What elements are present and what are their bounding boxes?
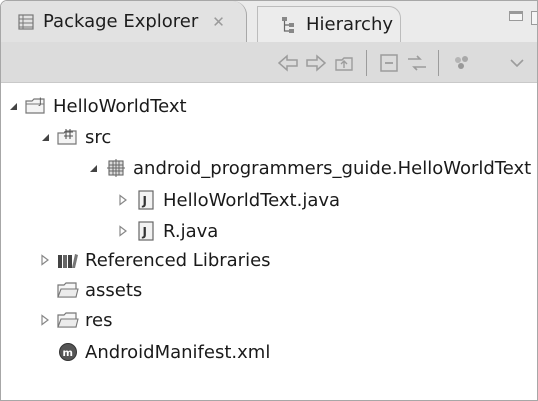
expanded-triangle-icon[interactable] <box>5 98 21 114</box>
tree-item-src[interactable]: src <box>37 122 111 152</box>
tab-label: Package Explorer <box>43 11 199 32</box>
tree-item-label: HelloWorldText.java <box>163 189 341 211</box>
tree-item-androidmanifest-xml[interactable]: m AndroidManifest.xml <box>53 337 270 367</box>
link-with-editor-icon[interactable] <box>406 52 428 74</box>
package-explorer-view: Package Explorer ✕ Hierarchy J HelloWorl… <box>0 0 538 401</box>
java-file-icon: J <box>135 220 157 242</box>
hierarchy-icon <box>278 14 300 36</box>
tree-item-label: android_programmers_guide.HelloWorldText <box>133 157 532 179</box>
collapsed-triangle-icon[interactable] <box>37 312 53 328</box>
svg-text:J: J <box>142 194 147 208</box>
up-icon[interactable] <box>333 52 355 74</box>
source-folder-icon <box>57 126 79 148</box>
package-icon <box>105 157 127 179</box>
folder-icon <box>57 309 79 331</box>
tree-item-res[interactable]: res <box>37 305 112 335</box>
tree-item-label: AndroidManifest.xml <box>85 341 271 363</box>
tree-item-label: res <box>85 309 113 331</box>
minimize-icon[interactable] <box>509 11 523 21</box>
svg-text:J: J <box>38 97 42 107</box>
tree-item-r-java[interactable]: J R.java <box>115 216 218 246</box>
tree-item-package[interactable]: android_programmers_guide.HelloWorldText <box>85 153 531 183</box>
toolbar-separator <box>438 50 439 76</box>
tab-package-explorer[interactable]: Package Explorer ✕ <box>1 1 247 42</box>
window-controls <box>509 11 537 25</box>
back-icon[interactable] <box>277 52 299 74</box>
collapsed-triangle-icon[interactable] <box>115 223 131 239</box>
folder-icon <box>57 279 79 301</box>
tab-label: Hierarchy <box>306 14 394 35</box>
expanded-triangle-icon[interactable] <box>37 129 53 145</box>
tree-item-referenced-libraries[interactable]: Referenced Libraries <box>37 245 271 275</box>
collapsed-triangle-icon[interactable] <box>115 192 131 208</box>
tree-item-label: HelloWorldText <box>53 95 187 117</box>
tree-item-assets[interactable]: assets <box>53 275 142 305</box>
expanded-triangle-icon[interactable] <box>85 160 101 176</box>
tree-item-label: Referenced Libraries <box>85 249 271 271</box>
view-tab-bar: Package Explorer ✕ Hierarchy <box>1 1 537 42</box>
svg-text:J: J <box>142 225 147 239</box>
tree-item-helloworldtext-java[interactable]: J HelloWorldText.java <box>115 185 340 215</box>
tree-item-label: src <box>85 126 112 148</box>
project-icon: J <box>25 95 47 117</box>
tree-item-label: R.java <box>163 220 219 242</box>
tree-item-label: assets <box>85 279 143 301</box>
tab-hierarchy[interactable]: Hierarchy <box>257 6 401 42</box>
filters-icon[interactable] <box>451 52 473 74</box>
svg-text:m: m <box>63 348 73 359</box>
maximize-icon[interactable] <box>531 11 537 25</box>
xml-file-icon: m <box>57 341 79 363</box>
forward-icon[interactable] <box>305 52 327 74</box>
collapse-all-icon[interactable] <box>378 52 400 74</box>
close-icon[interactable]: ✕ <box>212 13 225 31</box>
package-explorer-icon <box>15 11 37 33</box>
toolbar-separator <box>366 50 367 76</box>
collapsed-triangle-icon[interactable] <box>37 252 53 268</box>
tree-item-helloworldtext[interactable]: J HelloWorldText <box>5 91 187 121</box>
java-file-icon: J <box>135 189 157 211</box>
view-toolbar <box>1 42 537 83</box>
library-icon <box>57 249 79 271</box>
view-menu-icon[interactable] <box>509 52 525 74</box>
